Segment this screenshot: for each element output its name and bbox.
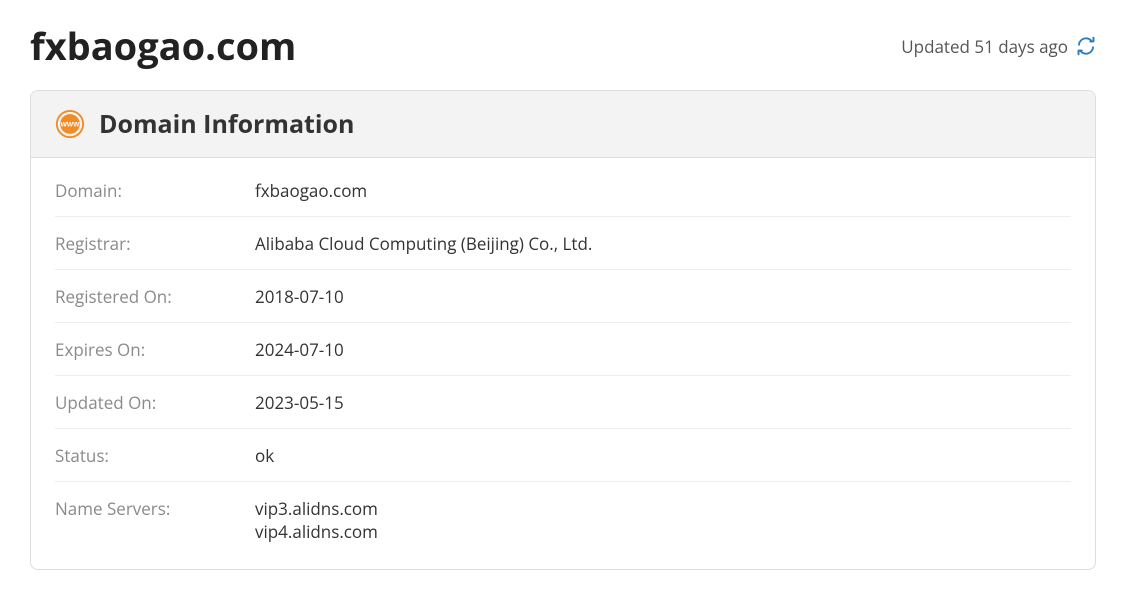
info-label: Expires On: [55, 338, 255, 361]
info-row-expires-on: Expires On: 2024-07-10 [55, 323, 1071, 376]
info-label: Updated On: [55, 391, 255, 414]
info-label: Domain: [55, 179, 255, 202]
info-row-name-servers: Name Servers: vip3.alidns.com vip4.alidn… [55, 482, 1071, 557]
info-row-domain: Domain: fxbaogao.com [55, 164, 1071, 217]
info-row-updated-on: Updated On: 2023-05-15 [55, 376, 1071, 429]
info-value: 2018-07-10 [255, 285, 344, 308]
refresh-icon[interactable] [1076, 36, 1096, 56]
info-value: fxbaogao.com [255, 179, 367, 202]
info-value: ok [255, 444, 274, 467]
www-globe-icon: WWW [55, 109, 85, 139]
info-value: 2023-05-15 [255, 391, 344, 414]
panel-title: Domain Information [99, 107, 354, 141]
info-value: vip3.alidns.com vip4.alidns.com [255, 497, 378, 543]
info-row-registered-on: Registered On: 2018-07-10 [55, 270, 1071, 323]
info-label: Registered On: [55, 285, 255, 308]
info-list: Domain: fxbaogao.com Registrar: Alibaba … [31, 158, 1095, 569]
info-label: Status: [55, 444, 255, 467]
info-value: Alibaba Cloud Computing (Beijing) Co., L… [255, 232, 592, 255]
page-title: fxbaogao.com [30, 20, 296, 72]
updated-status: Updated 51 days ago [901, 35, 1096, 58]
info-row-registrar: Registrar: Alibaba Cloud Computing (Beij… [55, 217, 1071, 270]
info-value: 2024-07-10 [255, 338, 344, 361]
info-row-status: Status: ok [55, 429, 1071, 482]
svg-text:WWW: WWW [60, 121, 80, 128]
info-label: Name Servers: [55, 497, 255, 543]
panel-header: WWW Domain Information [31, 91, 1095, 158]
updated-text: Updated 51 days ago [901, 35, 1068, 58]
domain-info-panel: WWW Domain Information Domain: fxbaogao.… [30, 90, 1096, 570]
page-header: fxbaogao.com Updated 51 days ago [30, 20, 1096, 72]
info-label: Registrar: [55, 232, 255, 255]
